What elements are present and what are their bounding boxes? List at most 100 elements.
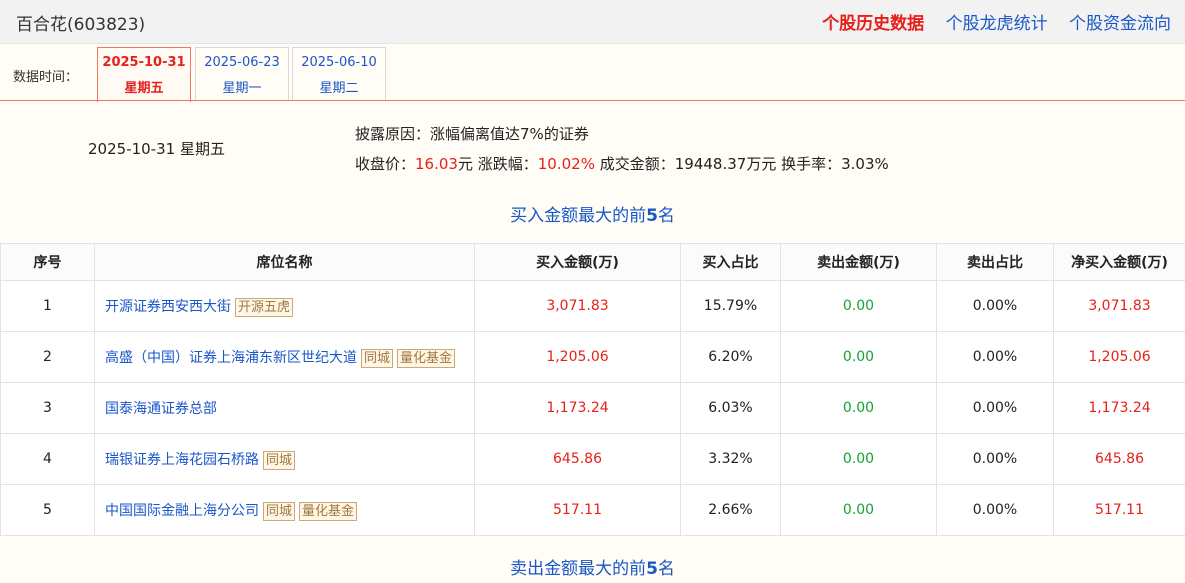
- date-tab-date: 2025-06-23: [204, 55, 280, 70]
- table-row: 4 瑞银证券上海花园石桥路 同城 645.86 3.32% 0.00 0.00% …: [0, 433, 1185, 485]
- col-header-index: 序号: [0, 243, 95, 281]
- seat-cell: 中国国际金融上海分公司 同城 量化基金: [94, 484, 475, 536]
- table-row: 5 中国国际金融上海分公司 同城 量化基金 517.11 2.66% 0.00 0.…: [0, 484, 1185, 536]
- sell-pct: 0.00%: [936, 484, 1054, 536]
- date-label: 数据时间：: [13, 70, 79, 85]
- seat-name-link[interactable]: 中国国际金融上海分公司: [105, 503, 259, 519]
- date-bar-divider: [0, 100, 1185, 101]
- col-header-buy-pct: 买入占比: [680, 243, 781, 281]
- sell-amount: 0.00: [780, 280, 937, 332]
- price-stats: 收盘价：16.03元 涨跌幅：10.02% 成交金额：19448.37万元 换手…: [355, 153, 889, 174]
- link-fund-flow[interactable]: 个股资金流向: [1069, 14, 1171, 34]
- buy-pct: 15.79%: [680, 280, 781, 332]
- net-amount: 3,071.83: [1053, 280, 1185, 332]
- sell-amount: 0.00: [780, 331, 937, 383]
- buy-pct: 6.20%: [680, 331, 781, 383]
- link-history-data[interactable]: 个股历史数据: [822, 14, 924, 34]
- close-value: 16.03: [415, 155, 458, 173]
- stock-title: 百合花(603823): [16, 15, 146, 35]
- top-bar: 百合花(603823) 个股历史数据 个股龙虎统计 个股资金流向: [0, 0, 1185, 44]
- buy-amount: 517.11: [474, 484, 681, 536]
- row-index: 1: [0, 280, 95, 332]
- top-links: 个股历史数据 个股龙虎统计 个股资金流向: [806, 9, 1171, 34]
- sell-pct: 0.00%: [936, 382, 1054, 434]
- sell-amount: 0.00: [780, 382, 937, 434]
- seat-tag[interactable]: 开源五虎: [235, 297, 294, 317]
- buy-title-prefix: 买入金额最大的前: [510, 206, 647, 226]
- reason-label: 披露原因：: [355, 125, 431, 143]
- seat-tag[interactable]: 同城: [361, 348, 394, 368]
- seat-tag[interactable]: 量化基金: [299, 501, 358, 521]
- sell-section-title: 卖出金额最大的前5名: [0, 554, 1185, 579]
- seat-tag[interactable]: 同城: [263, 450, 296, 470]
- row-index: 5: [0, 484, 95, 536]
- date-tab-1[interactable]: 2025-10-31 星期五: [97, 47, 191, 102]
- buy-section-title: 买入金额最大的前5名: [0, 201, 1185, 226]
- buy-amount: 1,173.24: [474, 382, 681, 434]
- date-tab-3[interactable]: 2025-06-10 星期二: [292, 47, 386, 100]
- net-amount: 517.11: [1053, 484, 1185, 536]
- seat-name-link[interactable]: 高盛（中国）证券上海浦东新区世纪大道: [105, 350, 357, 366]
- net-amount: 1,205.06: [1053, 331, 1185, 383]
- change-value: 10.02%: [537, 155, 595, 173]
- disclosure-summary: 2025-10-31 星期五 披露原因：涨幅偏离值达7%的证券 收盘价：16.0…: [0, 114, 1185, 189]
- table-row: 1 开源证券西安西大街 开源五虎 3,071.83 15.79% 0.00 0.0…: [0, 280, 1185, 332]
- net-amount: 1,173.24: [1053, 382, 1185, 434]
- summary-date: 2025-10-31 星期五: [88, 140, 225, 158]
- col-header-sell-pct: 卖出占比: [936, 243, 1054, 281]
- buy-pct: 2.66%: [680, 484, 781, 536]
- sell-pct: 0.00%: [936, 280, 1054, 332]
- sell-pct: 0.00%: [936, 433, 1054, 485]
- seat-tag[interactable]: 同城: [263, 501, 296, 521]
- net-amount: 645.86: [1053, 433, 1185, 485]
- seat-tag[interactable]: 量化基金: [397, 348, 456, 368]
- disclosure-reason: 披露原因：涨幅偏离值达7%的证券: [355, 123, 589, 144]
- seat-cell: 高盛（中国）证券上海浦东新区世纪大道 同城 量化基金: [94, 331, 475, 383]
- link-lhb-stats[interactable]: 个股龙虎统计: [946, 14, 1048, 34]
- row-index: 4: [0, 433, 95, 485]
- date-tab-2[interactable]: 2025-06-23 星期一: [195, 47, 289, 100]
- table-header-row: 序号 席位名称 买入金额(万) 买入占比 卖出金额(万) 卖出占比 净买入金额(…: [0, 243, 1185, 281]
- row-index: 3: [0, 382, 95, 434]
- sell-title-num: 5: [646, 559, 658, 579]
- reason-text: 涨幅偏离值达7%的证券: [430, 125, 589, 143]
- rate-label: 换手率：: [776, 155, 842, 173]
- sell-pct: 0.00%: [936, 331, 1054, 383]
- col-header-seat: 席位名称: [94, 243, 475, 281]
- date-tab-date: 2025-06-10: [301, 55, 377, 70]
- close-unit: 元: [457, 155, 473, 173]
- date-tab-date: 2025-10-31: [102, 55, 186, 70]
- turnover-value: 19448.37万元: [674, 155, 777, 173]
- sell-amount: 0.00: [780, 484, 937, 536]
- date-tab-weekday: 星期二: [319, 81, 359, 96]
- col-header-sell: 卖出金额(万): [780, 243, 937, 281]
- buy-title-suffix: 名: [657, 206, 675, 226]
- col-header-buy: 买入金额(万): [474, 243, 681, 281]
- row-index: 2: [0, 331, 95, 383]
- close-label: 收盘价：: [355, 155, 416, 173]
- seat-name-link[interactable]: 国泰海通证券总部: [105, 401, 217, 417]
- buy-amount: 3,071.83: [474, 280, 681, 332]
- turnover-label: 成交金额：: [594, 155, 675, 173]
- change-label: 涨跌幅：: [472, 155, 538, 173]
- buy-title-num: 5: [646, 206, 658, 226]
- seat-name-link[interactable]: 开源证券西安西大街: [105, 299, 231, 315]
- col-header-net: 净买入金额(万): [1053, 243, 1185, 281]
- buy-pct: 6.03%: [680, 382, 781, 434]
- seat-cell: 瑞银证券上海花园石桥路 同城: [94, 433, 475, 485]
- buy-pct: 3.32%: [680, 433, 781, 485]
- table-row: 3 国泰海通证券总部 1,173.24 6.03% 0.00 0.00% 1,1…: [0, 382, 1185, 434]
- sell-title-suffix: 名: [657, 559, 675, 579]
- date-tab-weekday: 星期一: [222, 81, 262, 96]
- rate-value: 3.03%: [841, 155, 889, 173]
- date-tab-weekday: 星期五: [124, 81, 164, 96]
- seat-cell: 开源证券西安西大街 开源五虎: [94, 280, 475, 332]
- sell-amount: 0.00: [780, 433, 937, 485]
- seat-cell: 国泰海通证券总部: [94, 382, 475, 434]
- seat-name-link[interactable]: 瑞银证券上海花园石桥路: [105, 452, 259, 468]
- buy-amount: 645.86: [474, 433, 681, 485]
- buy-top5-table: 序号 席位名称 买入金额(万) 买入占比 卖出金额(万) 卖出占比 净买入金额(…: [0, 243, 1185, 536]
- sell-title-prefix: 卖出金额最大的前: [510, 559, 647, 579]
- table-row: 2 高盛（中国）证券上海浦东新区世纪大道 同城 量化基金 1,205.06 6.20…: [0, 331, 1185, 383]
- date-bar: 数据时间： 2025-10-31 星期五 2025-06-23 星期一 2025…: [0, 44, 1185, 102]
